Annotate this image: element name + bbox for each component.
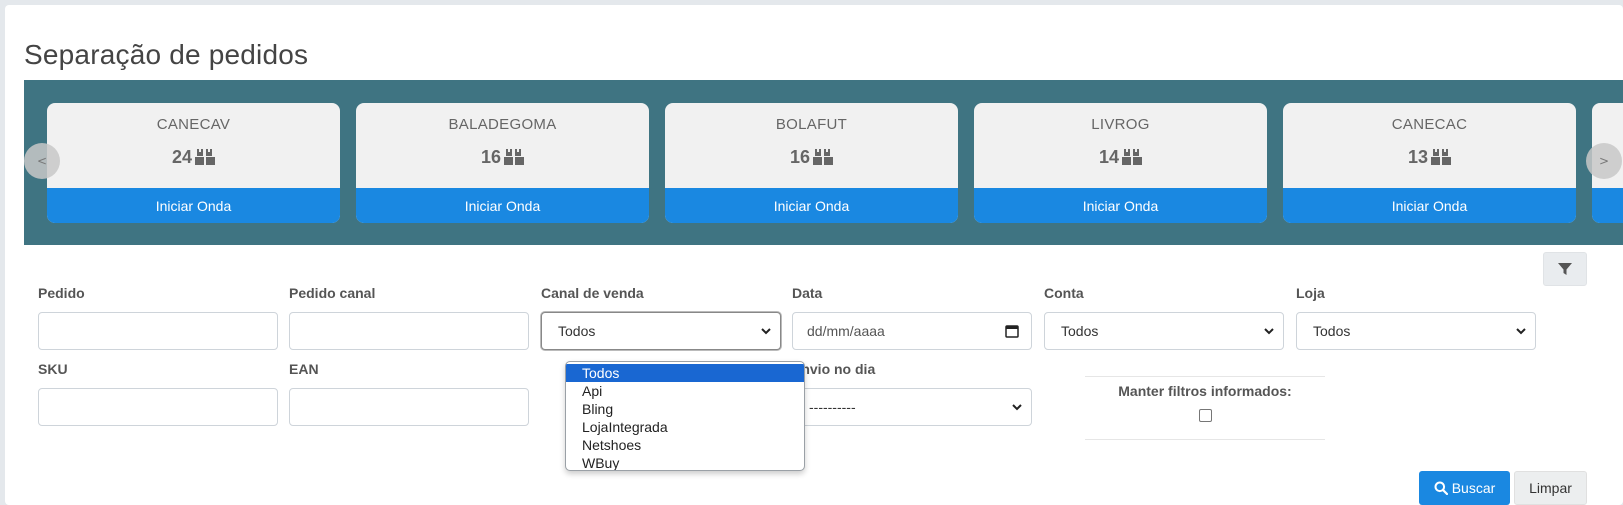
wave-product-code: BALADEGOMA — [448, 116, 557, 133]
start-wave-button[interactable]: Iniciar Onda — [974, 188, 1267, 223]
dropdown-option[interactable]: LojaIntegrada — [566, 418, 804, 436]
wave-product-code: CANECAC — [1391, 116, 1468, 133]
canal-venda-field: Canal de venda Todos — [541, 285, 781, 350]
data-input[interactable]: dd/mm/aaaa — [792, 312, 1032, 350]
canal-venda-dropdown-list: Todos Api Bling LojaIntegrada Netshoes W… — [565, 361, 805, 471]
wave-order-count: 14 — [974, 147, 1267, 170]
wave-product-code: CANECAV — [156, 116, 231, 133]
canal-venda-value: Todos — [558, 323, 596, 339]
main-panel: Separação de pedidos CANECAV 24 Iniciar … — [5, 5, 1623, 505]
envio-dia-value: ---------- — [809, 399, 856, 415]
keep-filters-label: Manter filtros informados: — [1118, 383, 1292, 399]
wave-count-value: 16 — [789, 147, 811, 167]
canal-venda-select[interactable]: Todos — [541, 312, 781, 350]
sku-field: SKU — [38, 361, 278, 426]
ean-label: EAN — [289, 361, 319, 377]
wave-product-code: LIVROG — [1091, 116, 1150, 133]
carousel-prev-button[interactable]: < — [24, 143, 60, 179]
data-label: Data — [792, 285, 823, 301]
wave-card: CANECAC 13 Iniciar Onda — [1283, 103, 1576, 223]
dropdown-option[interactable]: Api — [566, 382, 804, 400]
conta-value: Todos — [1061, 323, 1099, 339]
loja-value: Todos — [1313, 323, 1351, 339]
pedido-canal-field: Pedido canal — [289, 285, 529, 350]
chevron-down-icon — [1516, 328, 1526, 335]
wave-count-value: 16 — [480, 147, 502, 167]
search-icon — [1434, 481, 1448, 495]
wave-count-value: 13 — [1407, 147, 1429, 167]
dropdown-option[interactable]: WBuy — [566, 454, 804, 470]
calendar-icon[interactable] — [1005, 324, 1019, 338]
wave-card: BALADEGOMA 16 Iniciar Onda — [356, 103, 649, 223]
loja-select[interactable]: Todos — [1296, 312, 1536, 350]
start-wave-button[interactable]: Iniciar Onda — [1283, 188, 1576, 223]
start-wave-button[interactable]: Iniciar Onda — [665, 188, 958, 223]
ean-input[interactable] — [289, 388, 529, 426]
sku-label: SKU — [38, 361, 68, 377]
wave-count-value: 14 — [1098, 147, 1120, 167]
pedido-field: Pedido — [38, 285, 278, 350]
wave-order-count: 16 — [665, 147, 958, 170]
filter-toggle-button[interactable] — [1543, 252, 1587, 286]
search-button-label: Buscar — [1451, 480, 1496, 496]
dropdown-option[interactable]: Netshoes — [566, 436, 804, 454]
loja-label: Loja — [1296, 285, 1325, 301]
dropdown-option[interactable]: Todos — [566, 364, 804, 382]
boxes-icon — [1431, 148, 1452, 170]
dropdown-option[interactable]: Bling — [566, 400, 804, 418]
start-wave-button[interactable]: Iniciar Onda — [356, 188, 649, 223]
wave-card: CANECAV 24 Iniciar Onda — [47, 103, 340, 223]
keep-filters-checkbox[interactable] — [1198, 409, 1212, 422]
search-button[interactable]: Buscar — [1419, 471, 1510, 505]
envio-dia-label: Envio no dia — [792, 361, 876, 377]
keep-filters-group: Manter filtros informados: — [1085, 376, 1325, 440]
boxes-icon — [1122, 148, 1143, 170]
wave-card: LIVROG 14 Iniciar Onda — [974, 103, 1267, 223]
chevron-down-icon — [1012, 404, 1022, 411]
page-title: Separação de pedidos — [24, 39, 309, 70]
data-field: Data dd/mm/aaaa — [792, 285, 1032, 350]
start-wave-button-partial[interactable] — [1592, 188, 1623, 223]
pedido-label: Pedido — [38, 285, 85, 301]
wave-order-count: 13 — [1283, 147, 1576, 170]
clear-button[interactable]: Limpar — [1514, 471, 1587, 505]
wave-carousel: CANECAV 24 Iniciar Onda BALADEGOMA 16 In… — [24, 80, 1623, 245]
ean-field: EAN — [289, 361, 529, 426]
wave-product-code: BOLAFUT — [775, 116, 848, 133]
start-wave-button[interactable]: Iniciar Onda — [47, 188, 340, 223]
conta-label: Conta — [1044, 285, 1084, 301]
envio-dia-field: Envio no dia ---------- — [792, 361, 1032, 426]
chevron-down-icon — [1264, 328, 1274, 335]
loja-field: Loja Todos — [1296, 285, 1536, 350]
boxes-icon — [504, 148, 525, 170]
pedido-canal-input[interactable] — [289, 312, 529, 350]
wave-card: BOLAFUT 16 Iniciar Onda — [665, 103, 958, 223]
sku-input[interactable] — [38, 388, 278, 426]
chevron-down-icon — [761, 328, 771, 335]
boxes-icon — [813, 148, 834, 170]
envio-dia-select[interactable]: ---------- — [792, 388, 1032, 426]
carousel-next-button[interactable]: > — [1586, 143, 1622, 179]
wave-order-count: 24 — [47, 147, 340, 170]
canal-venda-label: Canal de venda — [541, 285, 644, 301]
funnel-icon — [1558, 263, 1572, 275]
wave-order-count: 16 — [356, 147, 649, 170]
wave-count-value: 24 — [171, 147, 193, 167]
boxes-icon — [195, 148, 216, 170]
pedido-input[interactable] — [38, 312, 278, 350]
conta-select[interactable]: Todos — [1044, 312, 1284, 350]
conta-field: Conta Todos — [1044, 285, 1284, 350]
pedido-canal-label: Pedido canal — [289, 285, 376, 301]
data-placeholder: dd/mm/aaaa — [807, 323, 885, 339]
